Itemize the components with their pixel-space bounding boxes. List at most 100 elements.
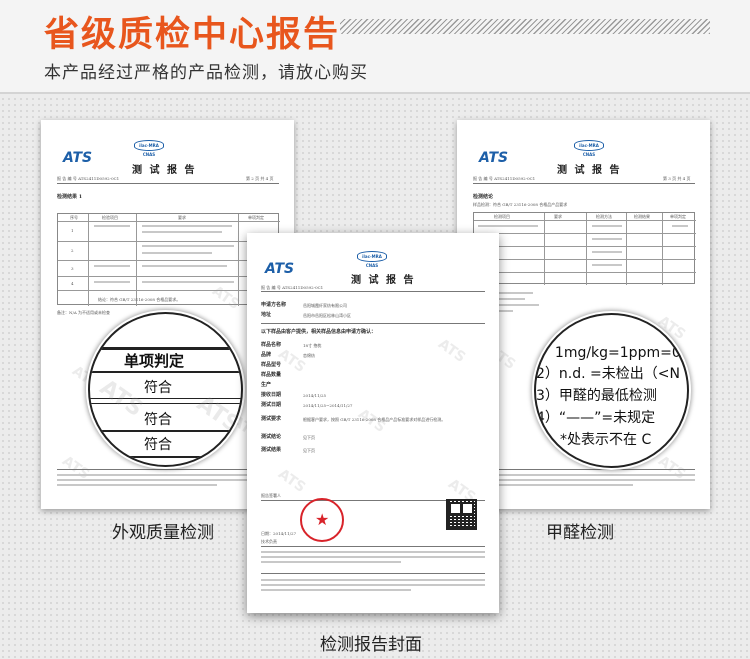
field-label: 测试结论 — [261, 434, 282, 440]
judgement-magnifier: 单项判定 符合 符合 符合 ATS ATS — [88, 312, 243, 467]
row-line — [474, 272, 696, 273]
row-line — [58, 221, 280, 222]
text-line — [261, 561, 401, 563]
row-number: 2 — [71, 248, 74, 253]
caption-appearance: 外观质量检测 — [112, 523, 214, 543]
text-line — [261, 556, 485, 558]
footer-line — [57, 479, 279, 481]
footer-line — [261, 579, 485, 581]
watermark: ATS — [275, 466, 309, 496]
text-line — [94, 281, 130, 283]
report-number: 报 告 编 号 ATS2411D0592-0C1 — [261, 285, 324, 290]
section-heading: 检测结论 — [473, 194, 494, 200]
row-number: 4 — [71, 281, 74, 286]
divider — [57, 183, 279, 184]
sample-line: 样品检测：符合 GB/T 23116-2008 合格品产品要求 — [473, 202, 568, 207]
address-label: 地址 — [261, 312, 272, 318]
text-line — [592, 264, 622, 266]
text-line — [94, 265, 130, 267]
footer-line — [261, 584, 485, 586]
address-value: 岳阳市岳阳区松林山湾小区 — [303, 313, 351, 318]
signer-label: 报告签署人 — [261, 493, 281, 498]
judgement-value: 符合 — [144, 380, 172, 396]
header-divider — [0, 92, 750, 94]
note-line: （2）n.d. =未检出（<N — [534, 366, 680, 382]
caption-cover: 检测报告封面 — [320, 635, 422, 655]
report-date: 日期：2014/11/27 — [261, 531, 297, 536]
report-number: 报 告 编 号 ATS2411D0592-0C1 — [473, 176, 536, 181]
col-line — [544, 213, 545, 285]
divider — [261, 323, 485, 324]
page-title: 省级质检中心报告 — [44, 15, 341, 55]
info-note: 以下样品由客户提供，相关样品信息由申请方确认： — [261, 329, 377, 335]
col-header: 检验项目 — [102, 215, 118, 220]
text-line — [94, 225, 130, 227]
divider — [261, 546, 485, 547]
footer-line — [57, 474, 279, 476]
text-line — [142, 281, 234, 283]
field-label: 测试要求 — [261, 416, 282, 422]
official-seal-icon: ★ — [300, 498, 344, 542]
row-line — [474, 233, 696, 234]
footer-line — [473, 479, 695, 481]
page-number: 第 2 页 共 4 页 — [246, 176, 274, 181]
page-number: 第 3 页 共 4 页 — [663, 176, 691, 181]
col-header: 检测结果 — [634, 214, 650, 219]
col-header: 序号 — [70, 215, 78, 220]
ats-logo: ATS — [479, 150, 509, 166]
watermark: ATS — [95, 375, 148, 422]
col-line — [662, 213, 663, 285]
ilac-badge: ilac-MRA CNAS — [357, 251, 387, 268]
field-value: 2014/11/25 — [303, 393, 327, 398]
field-value: 恋绵纺 — [303, 353, 315, 358]
page-subtitle: 本产品经过严格的产品检测，请放心购买 — [44, 63, 368, 83]
footer-divider — [57, 469, 279, 470]
notes-magnifier: 1）1mg/kg=1ppm=0 （2）n.d. =未检出（<N （3）甲醛的最低… — [534, 313, 689, 468]
col-line — [136, 214, 137, 306]
footer-line — [473, 474, 695, 476]
note-line: 1）1mg/kg=1ppm=0 — [534, 345, 681, 361]
judgement-value: 符合 — [144, 437, 172, 453]
watermark: ATS — [435, 336, 469, 366]
text-line — [142, 245, 234, 247]
field-label: 测试日期 — [261, 402, 282, 408]
caption-formaldehyde: 甲醛检测 — [546, 523, 614, 543]
field-value: 见下页 — [303, 448, 315, 453]
col-line — [626, 213, 627, 285]
footer-line — [57, 484, 217, 486]
footer-line — [261, 589, 411, 591]
table-rule — [90, 456, 241, 458]
row-line — [474, 220, 696, 221]
report-cover-page: ATS ilac-MRA CNAS 测 试 报 告 报 告 编 号 ATS241… — [247, 233, 499, 613]
ats-logo: ATS — [63, 150, 93, 166]
field-value: 18寸 抱枕 — [303, 343, 322, 348]
divider — [261, 291, 485, 292]
text-line — [478, 225, 538, 227]
report-number: 报 告 编 号 ATS2411D0592-0C1 — [57, 176, 120, 181]
text-line — [142, 225, 232, 227]
qr-code-icon — [446, 499, 477, 530]
note-line: （4）“——”=未规定 — [534, 410, 656, 426]
col-line — [88, 214, 89, 306]
row-line — [474, 259, 696, 260]
field-label: 品牌 — [261, 352, 272, 358]
judgement-header: 单项判定 — [124, 352, 185, 370]
text-line — [142, 252, 212, 254]
col-header: 要求 — [554, 214, 562, 219]
text-line — [261, 551, 485, 553]
footer-divider — [473, 469, 695, 470]
row-line — [474, 246, 696, 247]
field-label: 样品型号 — [261, 362, 282, 368]
note-line: *处表示不在 C — [560, 432, 652, 448]
field-label: 生产 — [261, 382, 272, 388]
report-title: 测 试 报 告 — [132, 165, 197, 176]
note-line: （3）甲醛的最低检测 — [534, 388, 657, 404]
text-line — [592, 225, 622, 227]
ilac-badge: ilac-MRA CNAS — [134, 140, 164, 157]
col-header: 要求 — [178, 215, 186, 220]
section-heading: 检测结果 1 — [57, 194, 83, 200]
field-label: 样品数量 — [261, 372, 282, 378]
applicant-label: 申请方名称 — [261, 302, 287, 308]
divider — [473, 183, 695, 184]
col-line — [586, 213, 587, 285]
